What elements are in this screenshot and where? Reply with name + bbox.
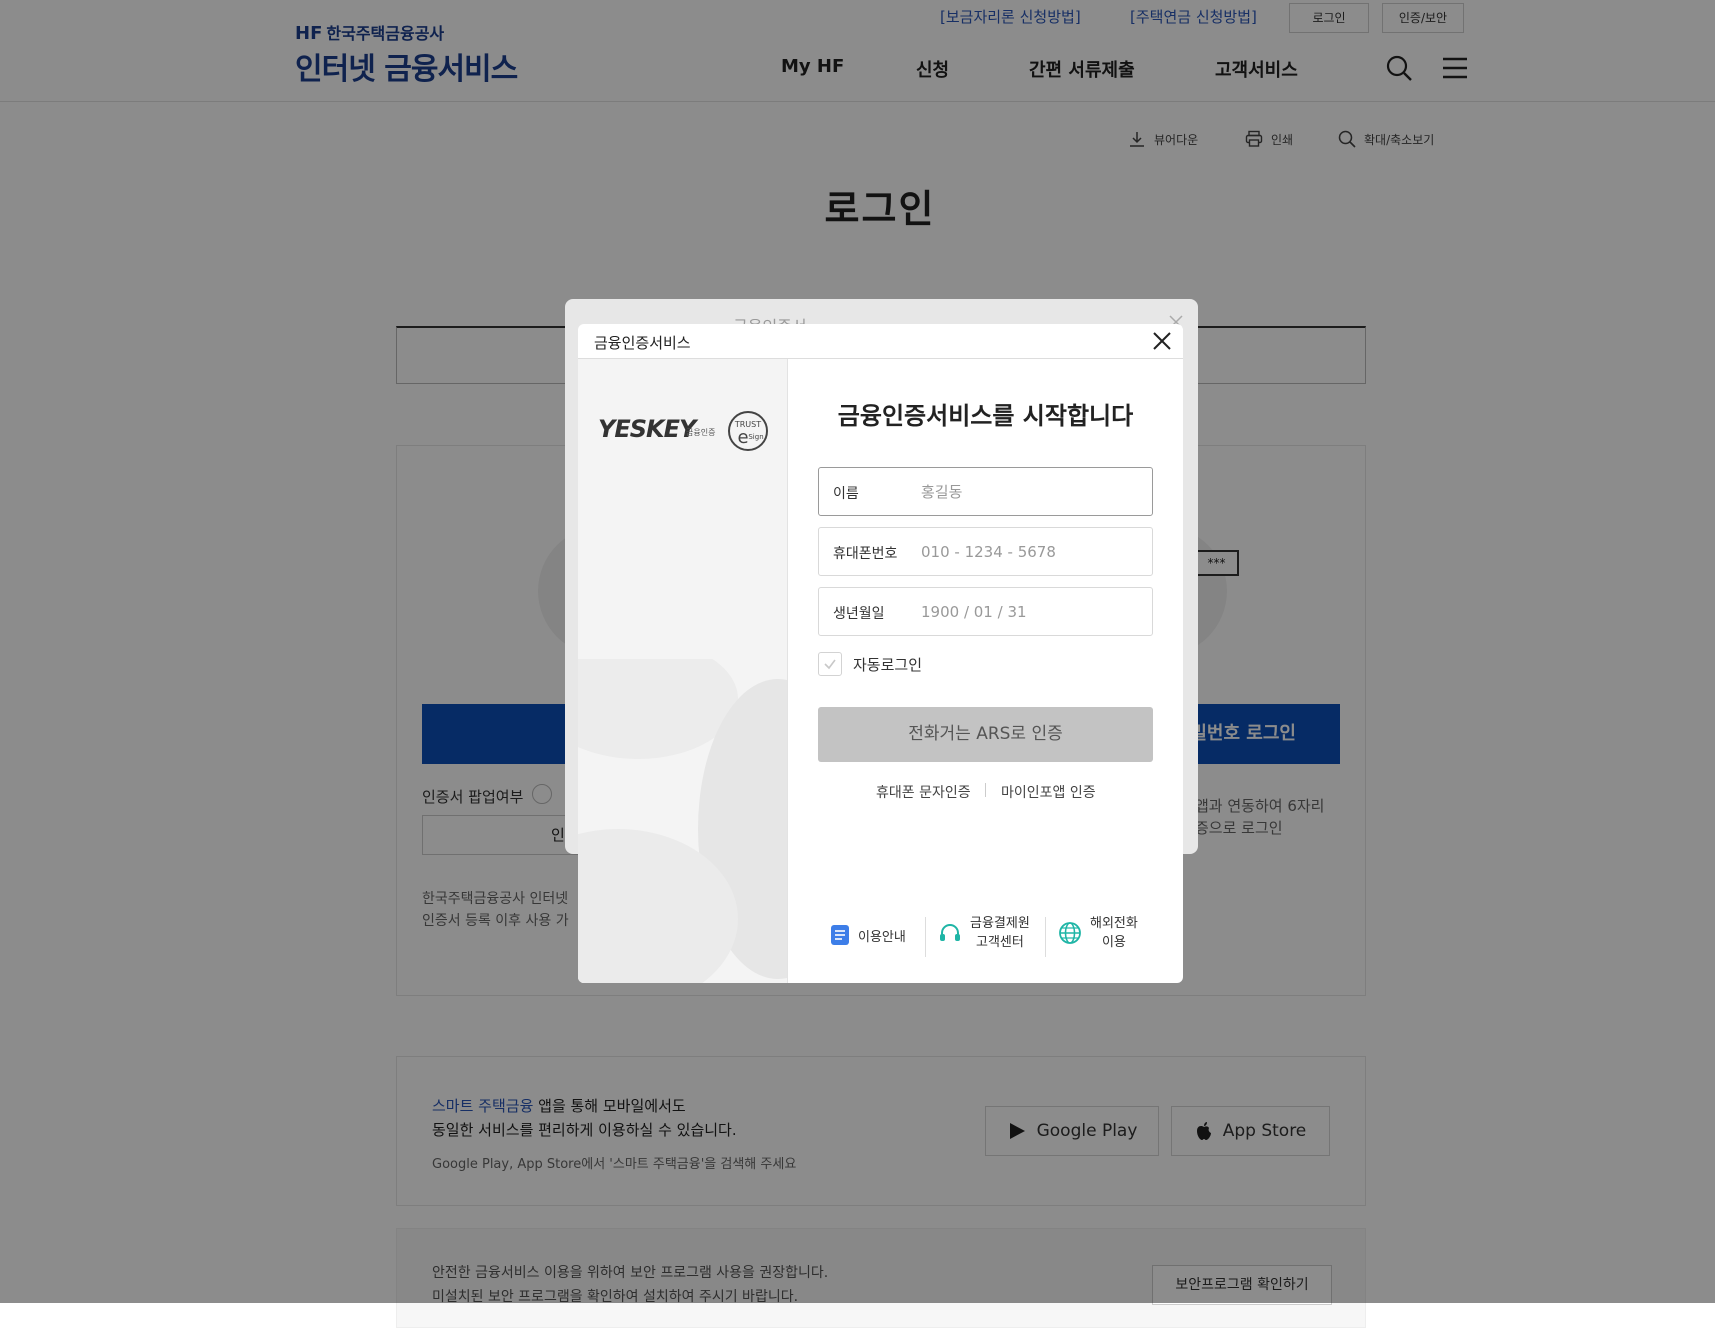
overseas-call-text: 해외전화 이용	[1090, 914, 1138, 952]
auto-login-label[interactable]: 자동로그인	[853, 654, 922, 675]
auto-login-checkbox[interactable]	[818, 652, 842, 676]
overseas-call-link[interactable]: 해외전화 이용	[1058, 914, 1138, 952]
name-field-label: 이름	[833, 486, 859, 502]
modal-title: 금융인증서비스	[594, 334, 691, 352]
name-field[interactable]: 이름	[818, 467, 1153, 516]
name-input[interactable]	[919, 476, 1144, 508]
myinfo-app-auth-link[interactable]: 마이인포앱 인증	[1001, 782, 1096, 802]
close-icon[interactable]	[1149, 328, 1175, 354]
document-icon	[831, 925, 849, 945]
modal-header: 금융인증서비스	[578, 324, 1183, 359]
phone-field-label: 휴대폰번호	[833, 546, 898, 562]
alt-link-divider	[985, 783, 986, 797]
kftc-center-line2: 고객센터	[975, 935, 1024, 950]
birthdate-input[interactable]	[919, 596, 1144, 628]
modal-brand-panel: YESKEY 금융인증 TRUST e Sign	[578, 359, 788, 983]
phone-input[interactable]	[919, 536, 1144, 568]
kftc-center-text: 금융결제원 고객센터	[970, 914, 1030, 952]
trust-esign-icon: TRUST e Sign	[728, 411, 768, 451]
kftc-center-link[interactable]: 금융결제원 고객센터	[938, 914, 1030, 952]
birthdate-field[interactable]: 생년월일	[818, 587, 1153, 636]
check-icon	[824, 659, 836, 670]
overseas-call-line2: 이용	[1101, 935, 1126, 950]
ars-auth-button[interactable]: 전화거는 ARS로 인증	[818, 707, 1153, 762]
kftc-center-line1: 금융결제원	[970, 916, 1030, 931]
modal-heading: 금융인증서비스를 시작합니다	[837, 402, 1134, 430]
svg-text:e: e	[737, 427, 748, 448]
svg-text:Sign: Sign	[748, 433, 763, 441]
yeskey-logo-sub: 금융인증	[686, 428, 716, 437]
headset-icon	[940, 924, 960, 941]
financial-auth-modal: 금융인증서비스 YESKEY 금융인증 TRUST e Sign 금융인증서비스…	[578, 324, 1183, 983]
brand-swirl-decoration	[578, 659, 787, 983]
usage-guide-label: 이용안내	[858, 929, 906, 945]
globe-icon	[1059, 922, 1081, 944]
footer-divider-2	[1045, 917, 1046, 957]
yeskey-logo: YESKEY	[598, 415, 696, 443]
sms-auth-link[interactable]: 휴대폰 문자인증	[876, 782, 971, 802]
overseas-call-line1: 해외전화	[1090, 916, 1138, 931]
footer-divider-1	[925, 917, 926, 957]
phone-field[interactable]: 휴대폰번호	[818, 527, 1153, 576]
birthdate-field-label: 생년월일	[833, 606, 885, 622]
usage-guide-link[interactable]: 이용안내	[830, 924, 906, 946]
